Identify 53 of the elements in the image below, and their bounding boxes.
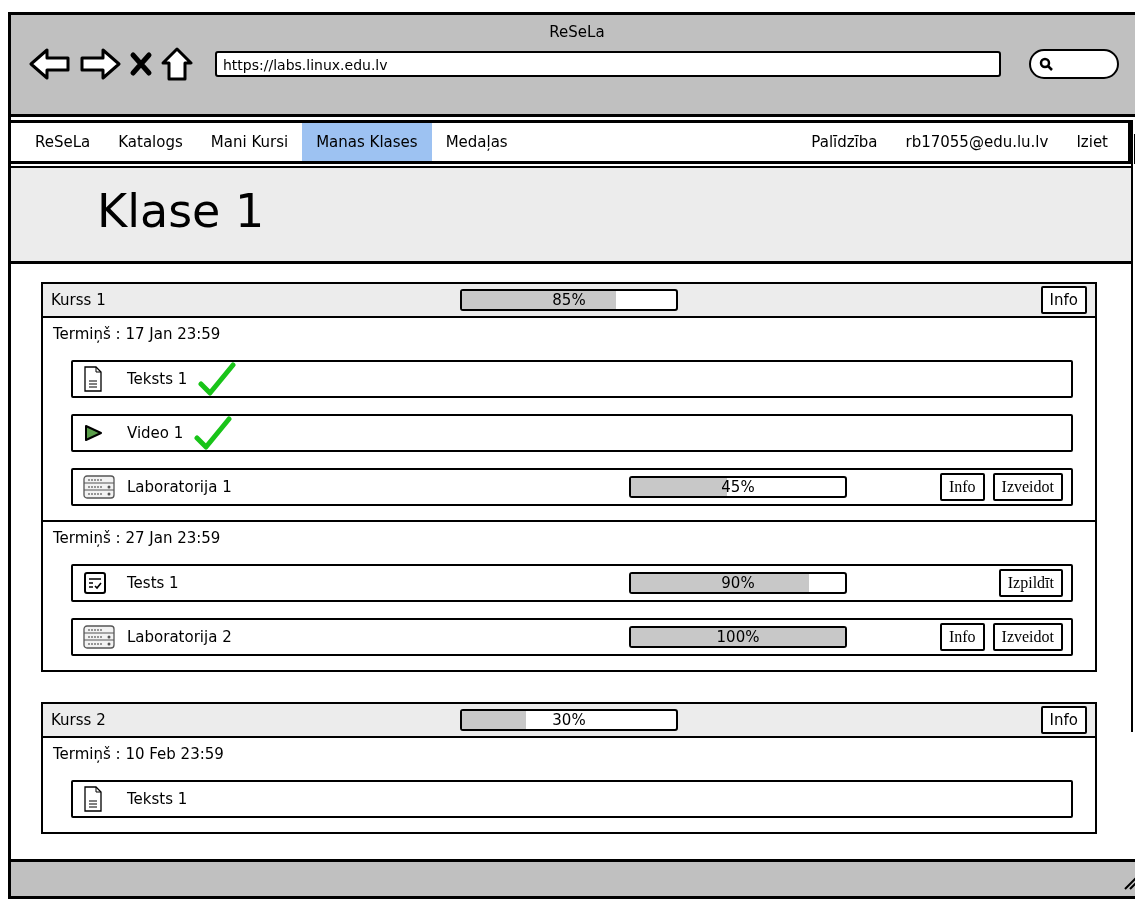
activity-name: Teksts 1 [127, 790, 188, 808]
server-icon [83, 474, 115, 500]
window-title: ReSeLa [548, 22, 606, 41]
document-icon [83, 786, 103, 812]
server-icon [83, 624, 115, 650]
deadline-label: Termiņš : 17 Jan 23:59 [52, 324, 222, 345]
back-icon[interactable] [29, 47, 71, 81]
action-button[interactable]: Izveidot [992, 473, 1063, 501]
course-name: Kurss 1 [51, 291, 107, 309]
search-field[interactable] [1029, 49, 1119, 79]
activity-row[interactable]: Tests 1 90% Izpildīt [71, 564, 1073, 602]
page-title: Klase 1 [96, 183, 265, 240]
play-icon [83, 424, 103, 442]
activity-name: Tests 1 [127, 574, 179, 592]
home-icon[interactable] [161, 47, 193, 81]
activity-name: Laboratorija 1 [127, 478, 232, 496]
course-name: Kurss 2 [51, 711, 107, 729]
deadline-label: Termiņš : 10 Feb 23:59 [52, 744, 225, 765]
action-button[interactable]: Izpildīt [998, 569, 1063, 597]
nav-link[interactable]: Mani Kursi [196, 123, 303, 161]
nav-link[interactable]: Manas Klases [302, 123, 432, 161]
checklist-icon [83, 571, 107, 595]
search-icon [1039, 57, 1053, 71]
forward-icon[interactable] [79, 47, 121, 81]
nav-link[interactable]: Palīdzība [797, 123, 892, 161]
info-button[interactable]: Info [1040, 286, 1087, 314]
info-button[interactable]: Info [1040, 706, 1087, 734]
progress-label: 90% [720, 574, 756, 592]
progress-label: 85% [551, 291, 587, 309]
nav-link[interactable]: ReSeLa [21, 123, 105, 161]
progress-label: 100% [715, 628, 761, 646]
activity-row[interactable]: Teksts 1 [71, 780, 1073, 818]
nav-link[interactable]: rb17055@edu.lu.lv [891, 123, 1063, 161]
action-button[interactable]: Info [939, 473, 985, 501]
nav-link[interactable]: Medaļas [431, 123, 522, 161]
progress-label: 30% [551, 711, 587, 729]
activity-name: Video 1 [127, 424, 184, 442]
deadline-label: Termiņš : 27 Jan 23:59 [52, 528, 222, 549]
activity-row[interactable]: Laboratorija 1 45% Info Izveidot [71, 468, 1073, 506]
activity-row[interactable]: Teksts 1 [71, 360, 1073, 398]
action-button[interactable]: Izveidot [992, 623, 1063, 651]
resize-grip-icon[interactable] [1123, 876, 1135, 890]
address-field[interactable]: https://labs.linux.edu.lv [215, 51, 1001, 77]
action-button[interactable]: Info [939, 623, 985, 651]
activity-row[interactable]: Laboratorija 2 100% Info Izveidot [71, 618, 1073, 656]
nav-link[interactable]: Katalogs [104, 123, 197, 161]
document-icon [83, 366, 103, 392]
activity-name: Teksts 1 [127, 370, 188, 388]
activity-row[interactable]: Video 1 [71, 414, 1073, 452]
progress-label: 45% [720, 478, 756, 496]
activity-name: Laboratorija 2 [127, 628, 232, 646]
close-icon[interactable] [129, 51, 153, 77]
nav-link[interactable]: Iziet [1062, 123, 1122, 161]
